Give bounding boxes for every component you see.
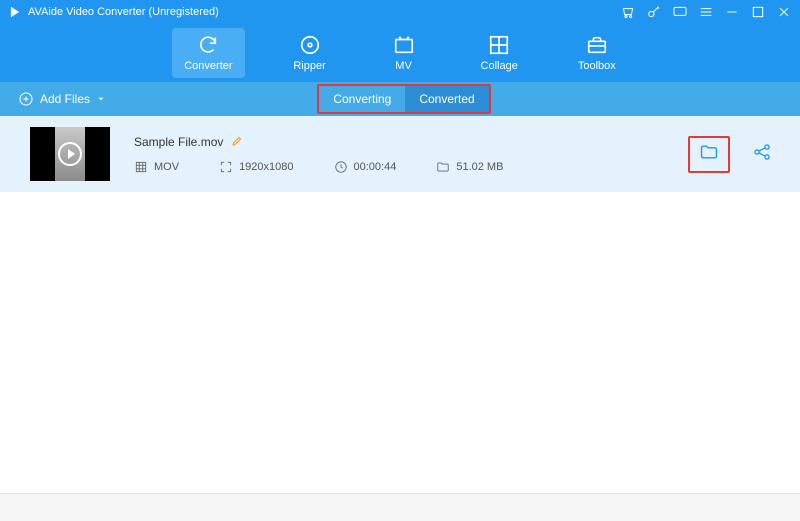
edit-name-button[interactable]	[231, 135, 243, 150]
segment-converting[interactable]: Converting	[319, 86, 405, 112]
clock-icon	[334, 160, 348, 174]
toolbox-icon	[586, 34, 608, 56]
tab-ripper-label: Ripper	[293, 60, 325, 72]
converter-icon	[197, 34, 219, 56]
mv-icon	[393, 34, 415, 56]
file-meta: MOV 1920x1080 00:00:44 51.02 MB	[134, 160, 664, 174]
file-name-row: Sample File.mov	[134, 135, 664, 150]
open-folder-button[interactable]	[688, 136, 730, 173]
add-files-label: Add Files	[40, 92, 90, 106]
meta-size: 51.02 MB	[436, 160, 503, 174]
file-row: Sample File.mov MOV 1920x1080 00:00:44 5…	[0, 116, 800, 192]
tab-converter-label: Converter	[184, 60, 232, 72]
file-info: Sample File.mov MOV 1920x1080 00:00:44 5…	[134, 135, 664, 174]
tab-toolbox[interactable]: Toolbox	[566, 28, 628, 78]
convert-status-segment: Converting Converted	[317, 84, 490, 114]
feedback-icon[interactable]	[672, 4, 688, 20]
duration-value: 00:00:44	[354, 161, 397, 173]
size-value: 51.02 MB	[456, 161, 503, 173]
open-folder-icon	[698, 142, 720, 162]
resolution-value: 1920x1080	[239, 161, 293, 173]
menu-icon[interactable]	[698, 4, 714, 20]
titlebar: AVAide Video Converter (Unregistered)	[0, 0, 800, 24]
share-button[interactable]	[752, 142, 772, 167]
folder-icon	[436, 160, 450, 174]
app-title: AVAide Video Converter (Unregistered)	[28, 6, 219, 18]
minimize-icon[interactable]	[724, 4, 740, 20]
bottom-bar	[0, 493, 800, 521]
pencil-icon	[231, 135, 243, 147]
film-icon	[134, 160, 148, 174]
file-actions	[688, 136, 772, 173]
meta-format: MOV	[134, 160, 179, 174]
meta-resolution: 1920x1080	[219, 160, 293, 174]
maximize-icon[interactable]	[750, 4, 766, 20]
expand-icon	[219, 160, 233, 174]
window-controls	[620, 4, 792, 20]
key-icon[interactable]	[646, 4, 662, 20]
segment-converted[interactable]: Converted	[405, 86, 488, 112]
add-files-button[interactable]: Add Files	[18, 91, 106, 107]
tab-ripper[interactable]: Ripper	[281, 28, 339, 78]
meta-duration: 00:00:44	[334, 160, 397, 174]
chevron-down-icon	[96, 94, 106, 104]
tab-toolbox-label: Toolbox	[578, 60, 616, 72]
play-logo-icon	[8, 5, 22, 19]
plus-circle-icon	[18, 91, 34, 107]
close-icon[interactable]	[776, 4, 792, 20]
tab-collage-label: Collage	[481, 60, 518, 72]
app-logo: AVAide Video Converter (Unregistered)	[8, 5, 219, 19]
tab-collage[interactable]: Collage	[469, 28, 530, 78]
collage-icon	[488, 34, 510, 56]
main-tabs: Converter Ripper MV Collage Toolbox	[0, 24, 800, 82]
cart-icon[interactable]	[620, 4, 636, 20]
play-overlay-icon	[58, 142, 82, 166]
subbar: Add Files Converting Converted	[0, 82, 800, 116]
share-icon	[752, 142, 772, 162]
format-value: MOV	[154, 161, 179, 173]
ripper-icon	[299, 34, 321, 56]
tab-mv-label: MV	[395, 60, 412, 72]
video-thumbnail[interactable]	[30, 127, 110, 181]
tab-mv[interactable]: MV	[375, 28, 433, 78]
file-name: Sample File.mov	[134, 135, 223, 149]
tab-converter[interactable]: Converter	[172, 28, 244, 78]
